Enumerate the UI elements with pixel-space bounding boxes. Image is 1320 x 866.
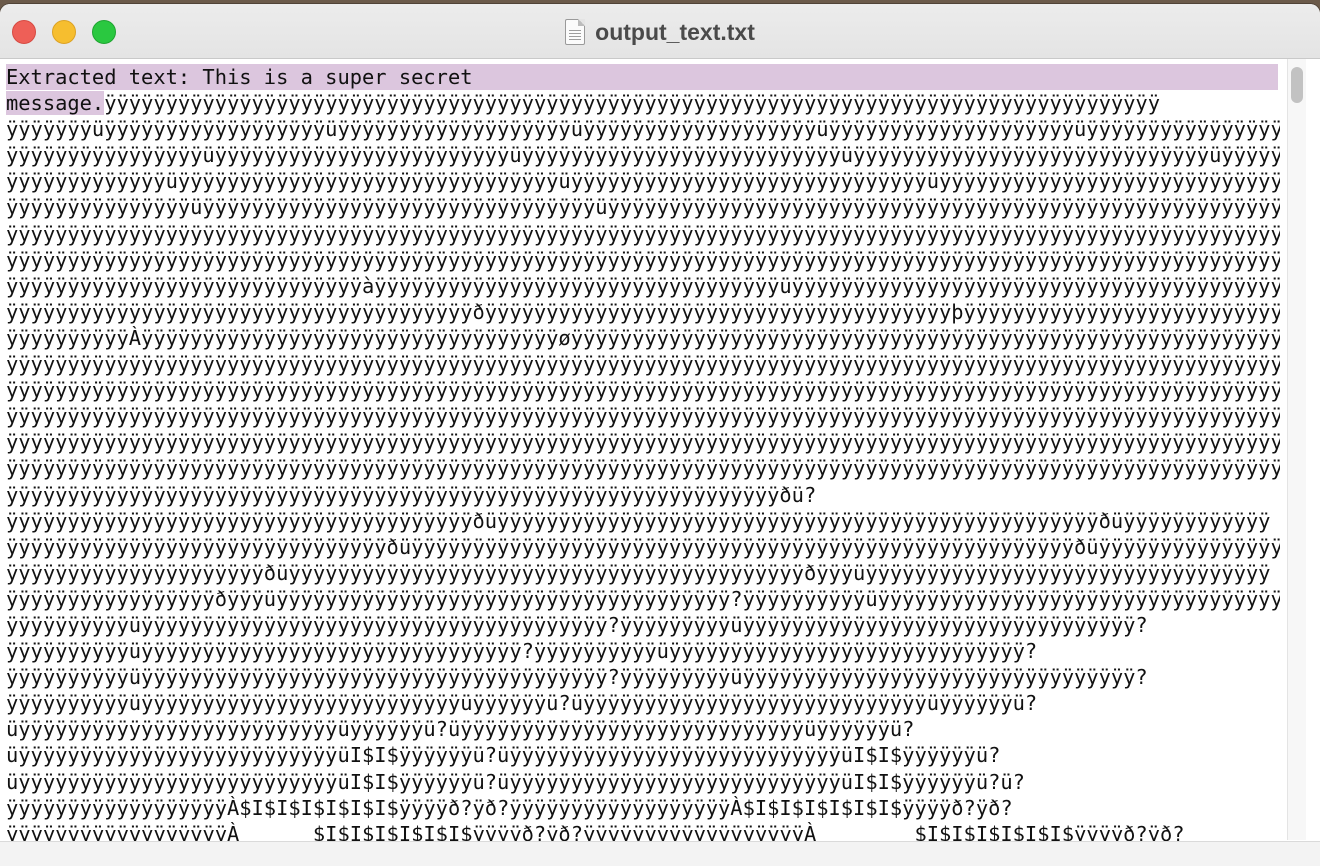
window-title-group: output_text.txt xyxy=(0,18,1320,46)
text-line: üÿÿÿÿÿÿÿÿÿÿÿÿÿÿÿÿÿÿÿÿÿÿÿÿÿÿüI$I$ÿÿÿÿÿÿü?… xyxy=(6,769,1025,794)
text-line: ÿÿÿÿÿÿÿÿÿÿÿÿÿÿÿÿÿÿÿÿÿÿÿÿÿÿÿÿÿÿÿÿÿÿÿÿÿÿðü… xyxy=(6,508,1271,533)
text-line-rest: ÿÿÿÿÿÿÿÿÿÿÿÿÿÿÿÿÿÿÿÿÿÿÿÿÿÿÿÿÿÿÿÿÿÿÿÿÿÿÿÿ… xyxy=(104,91,1160,116)
text-line: ÿÿÿÿÿÿÿÿÿÿÿÿÿüÿÿÿÿÿÿÿÿÿÿÿÿÿÿÿÿÿÿÿÿÿÿÿÿÿÿ… xyxy=(6,169,1280,194)
text-line: ÿÿÿÿÿÿÿÿÿÿÿÿÿÿÿÿÿÿÿÿÿÿÿÿÿÿÿÿÿÿÿÿÿÿÿÿÿÿÿÿ… xyxy=(6,456,1280,481)
text-editor[interactable]: Extracted text: This is a super secret m… xyxy=(6,64,1280,844)
text-line: ÿÿÿÿÿÿÿÿÿÿÿÿÿÿÿÿÿÿÿÿÿÿÿÿÿÿÿÿÿàÿÿÿÿÿÿÿÿÿÿ… xyxy=(6,273,1280,298)
text-line: ÿÿÿÿÿÿÿÿÿÿÿÿÿÿÿÿÿÿÿÿÿÿÿÿÿÿÿÿÿÿÿÿÿÿÿÿÿÿÿÿ… xyxy=(6,378,1280,403)
text-line: ÿÿÿÿÿÿÿüÿÿÿÿÿÿÿÿÿÿÿÿÿÿÿÿÿÿüÿÿÿÿÿÿÿÿÿÿÿÿÿ… xyxy=(6,117,1280,142)
text-line: ÿÿÿÿÿÿÿÿÿÿÿÿÿÿÿÿÿÿÿÿÿÿÿÿÿÿÿÿÿÿÿÿÿÿÿÿÿÿÿÿ… xyxy=(6,482,817,507)
text-document-icon[interactable] xyxy=(565,19,586,45)
text-line: ÿÿÿÿÿÿÿÿÿÿÿÿÿÿÿÿÿðÿÿÿüÿÿÿÿÿÿÿÿÿÿÿÿÿÿÿÿÿÿ… xyxy=(6,586,1280,611)
text-line: üÿÿÿÿÿÿÿÿÿÿÿÿÿÿÿÿÿÿÿÿÿÿÿÿÿÿüI$I$ÿÿÿÿÿÿü?… xyxy=(6,743,1001,768)
text-line: ÿÿÿÿÿÿÿÿÿÿÿÿÿÿÿÿÿÿÿÿÿÿÿÿÿÿÿÿÿÿÿÿÿÿÿÿÿÿÿÿ… xyxy=(6,352,1280,377)
text-line: ÿÿÿÿÿÿÿÿÿÿÿÿÿÿÿÿÿÿÿÿÿÿÿÿÿÿÿÿÿÿÿÿÿÿÿÿÿÿÿÿ… xyxy=(6,404,1280,429)
text-line: Extracted text: This is a super secret xyxy=(6,65,473,89)
vertical-scrollbar[interactable] xyxy=(1287,59,1306,840)
text-line: üÿÿÿÿÿÿÿÿÿÿÿÿÿÿÿÿÿÿÿÿÿÿÿÿÿÿüÿÿÿÿÿÿü?üÿÿÿ… xyxy=(6,717,915,742)
selected-line-1: Extracted text: This is a super secret xyxy=(6,64,1278,91)
text-line: ÿÿÿÿÿÿÿÿÿÿÿÿÿÿÿÿÿÿÿÿÿÿÿÿÿÿÿÿÿÿÿÿÿÿÿÿÿÿÿÿ… xyxy=(6,247,1280,272)
title-bar[interactable]: output_text.txt xyxy=(0,4,1320,59)
text-line: ÿÿÿÿÿÿÿÿÿÿüÿÿÿÿÿÿÿÿÿÿÿÿÿÿÿÿÿÿÿÿÿÿÿÿÿÿüÿÿ… xyxy=(6,691,1038,716)
text-line: ÿÿÿÿÿÿÿÿÿÿÿÿÿÿÿÿÿÿÿÿÿðüÿÿÿÿÿÿÿÿÿÿÿÿÿÿÿÿÿ… xyxy=(6,560,1271,585)
text-line: ÿÿÿÿÿÿÿÿÿÿÿÿÿÿÿÿÿÿÿÿÿÿÿÿÿÿÿÿÿÿÿðüÿÿÿÿÿÿÿ… xyxy=(6,534,1280,559)
window-bottom-edge xyxy=(0,841,1320,866)
text-line: ÿÿÿÿÿÿÿÿÿÿÿÿÿÿÿÿüÿÿÿÿÿÿÿÿÿÿÿÿÿÿÿÿÿÿÿÿÿÿÿ… xyxy=(6,143,1280,168)
text-line: ÿÿÿÿÿÿÿÿÿÿÿÿÿÿÿÿÿÿÿÿÿÿÿÿÿÿÿÿÿÿÿÿÿÿÿÿÿÿÿÿ… xyxy=(6,221,1280,246)
document-area: Extracted text: This is a super secret m… xyxy=(0,59,1320,866)
text-line: ÿÿÿÿÿÿÿÿÿÿÀÿÿÿÿÿÿÿÿÿÿÿÿÿÿÿÿÿÿÿÿÿÿÿÿÿÿÿÿÿ… xyxy=(6,325,1280,350)
scrollbar-thumb[interactable] xyxy=(1291,67,1303,103)
text-line: ÿÿÿÿÿÿÿÿÿÿüÿÿÿÿÿÿÿÿÿÿÿÿÿÿÿÿÿÿÿÿÿÿÿÿÿÿÿÿÿ… xyxy=(6,665,1148,690)
text-line: ÿÿÿÿÿÿÿÿÿÿÿÿÿÿÿÿÿÿÀ$I$I$I$I$I$I$ÿÿÿÿð?ÿð… xyxy=(6,795,1013,820)
text-line-2: message.ÿÿÿÿÿÿÿÿÿÿÿÿÿÿÿÿÿÿÿÿÿÿÿÿÿÿÿÿÿÿÿÿ… xyxy=(6,90,1280,116)
text-line: ÿÿÿÿÿÿÿÿÿÿÿÿÿÿÿÿÿÿÿÿÿÿÿÿÿÿÿÿÿÿÿÿÿÿÿÿÿÿÿÿ… xyxy=(6,430,1280,455)
textedit-window: output_text.txt Extracted text: This is … xyxy=(0,4,1320,866)
window-title[interactable]: output_text.txt xyxy=(595,19,755,46)
text-line: ÿÿÿÿÿÿÿÿÿÿÿÿÿÿÿÿÿÿÿÿÿÿÿÿÿÿÿÿÿÿÿÿÿÿÿÿÿÿðÿ… xyxy=(6,299,1280,324)
text-line: ÿÿÿÿÿÿÿÿÿÿÿÿÿÿÿüÿÿÿÿÿÿÿÿÿÿÿÿÿÿÿÿÿÿÿÿÿÿÿÿ… xyxy=(6,195,1280,220)
text-line: ÿÿÿÿÿÿÿÿÿÿüÿÿÿÿÿÿÿÿÿÿÿÿÿÿÿÿÿÿÿÿÿÿÿÿÿÿÿÿÿ… xyxy=(6,612,1148,637)
text-line: ÿÿÿÿÿÿÿÿÿÿüÿÿÿÿÿÿÿÿÿÿÿÿÿÿÿÿÿÿÿÿÿÿÿÿÿÿÿÿÿ… xyxy=(6,639,1038,664)
selected-text: message. xyxy=(6,91,105,116)
